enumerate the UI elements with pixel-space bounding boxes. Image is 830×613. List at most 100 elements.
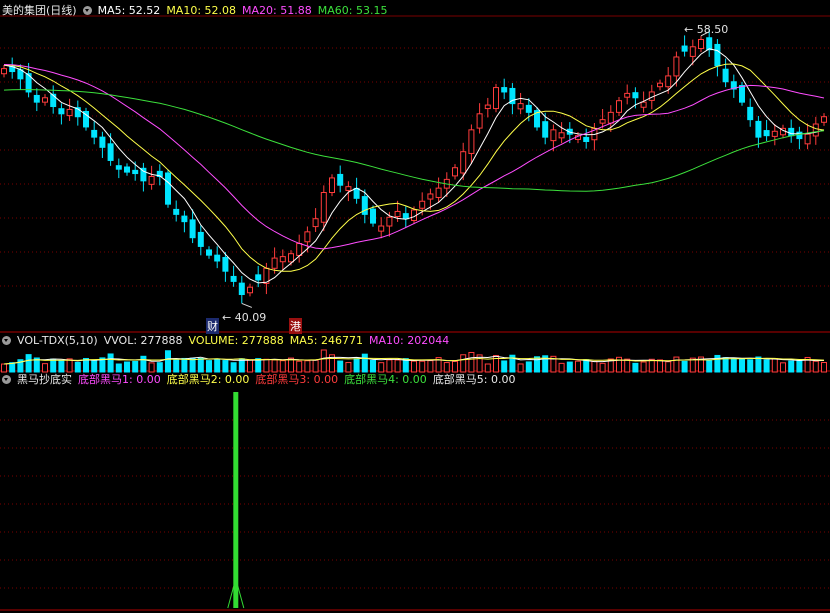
volume-bar bbox=[763, 359, 770, 373]
volume-bar bbox=[115, 363, 122, 373]
volume-bar bbox=[255, 358, 262, 373]
candle bbox=[304, 231, 311, 243]
candle bbox=[517, 103, 524, 110]
volume-bar bbox=[337, 360, 344, 373]
volume-bar bbox=[107, 353, 114, 373]
volume-bar bbox=[648, 358, 655, 373]
volume-bar bbox=[66, 358, 73, 373]
low-leader bbox=[241, 302, 252, 308]
volume-bar bbox=[640, 361, 647, 373]
volume-bar bbox=[747, 359, 754, 373]
candle bbox=[329, 177, 335, 194]
vol-ma10-legend: MA10: 202044 bbox=[369, 334, 450, 347]
candle bbox=[279, 256, 286, 263]
volume-bar bbox=[525, 361, 532, 373]
volume-bar bbox=[452, 360, 458, 373]
candle bbox=[189, 219, 196, 239]
ind-panel-header: 黑马抄底实 底部黑马1: 0.00 底部黑马2: 0.00 底部黑马3: 0.00 底部… bbox=[2, 372, 522, 388]
volume-bar bbox=[386, 359, 393, 373]
volume-legend: VOLUME: 277888 bbox=[188, 334, 284, 347]
volume-bar bbox=[173, 359, 180, 373]
candle bbox=[238, 282, 245, 296]
volume-bar bbox=[501, 360, 508, 373]
chevron-down-icon[interactable] bbox=[2, 375, 11, 384]
candle bbox=[1, 68, 7, 75]
ma60-line bbox=[3, 89, 825, 192]
volume-bar bbox=[632, 362, 639, 373]
volume-bar bbox=[443, 362, 450, 373]
volume-bar bbox=[566, 361, 573, 373]
volume-bar bbox=[140, 355, 147, 373]
low-arrow-icon: ← bbox=[222, 311, 232, 324]
candle bbox=[812, 123, 819, 137]
candle bbox=[698, 38, 704, 50]
vvol-legend: VVOL: 277888 bbox=[103, 334, 183, 347]
candle bbox=[33, 94, 40, 103]
volume-bar bbox=[730, 357, 737, 373]
candle bbox=[435, 187, 442, 198]
ind-legend-3: 底部黑马3: 0.00 bbox=[255, 373, 339, 386]
volume-bar bbox=[665, 361, 672, 373]
candle bbox=[542, 121, 549, 138]
candle bbox=[115, 165, 122, 170]
volume-bar bbox=[771, 358, 778, 373]
volume-bar bbox=[657, 359, 663, 373]
volume-bar bbox=[812, 360, 819, 373]
candle bbox=[378, 225, 385, 232]
candle bbox=[312, 218, 319, 228]
candle bbox=[394, 210, 401, 218]
volume-bar bbox=[361, 353, 368, 373]
volume-bar bbox=[1, 363, 7, 373]
vol-ma5-legend: MA5: 246771 bbox=[289, 334, 364, 347]
chevron-down-icon[interactable] bbox=[82, 6, 92, 15]
volume-bar bbox=[304, 360, 311, 373]
volume-bar bbox=[320, 349, 327, 373]
ma20-legend: MA20: 51.88 bbox=[242, 4, 312, 17]
candle bbox=[402, 213, 409, 220]
volume-bar bbox=[181, 357, 188, 373]
candle bbox=[673, 56, 680, 77]
candle bbox=[632, 92, 639, 99]
marker-gang[interactable]: 港 bbox=[289, 318, 302, 334]
candle bbox=[99, 136, 106, 148]
kline-chart-svg[interactable] bbox=[0, 0, 830, 613]
volume-bar bbox=[681, 360, 688, 373]
candle bbox=[763, 130, 770, 137]
candle bbox=[427, 193, 434, 200]
ind-legend-5: 底部黑马5: 0.00 bbox=[432, 373, 516, 386]
ma5-legend: MA5: 52.52 bbox=[97, 4, 161, 17]
candle bbox=[288, 253, 294, 263]
candle bbox=[525, 104, 532, 113]
candle bbox=[197, 231, 204, 247]
low-price-label: ← 40.09 bbox=[222, 311, 266, 324]
volume-bar bbox=[42, 363, 48, 373]
volume-bar bbox=[780, 362, 786, 373]
candle bbox=[796, 131, 803, 140]
volume-bar bbox=[558, 362, 565, 373]
marker-cai[interactable]: 财 bbox=[206, 318, 219, 334]
candle bbox=[681, 45, 688, 52]
candle bbox=[640, 101, 647, 108]
volume-bar bbox=[345, 362, 352, 373]
volume-bar bbox=[165, 350, 171, 373]
volume-bar bbox=[378, 362, 385, 373]
volume-bar bbox=[222, 360, 229, 373]
volume-bar bbox=[583, 359, 590, 373]
volume-bar bbox=[591, 360, 598, 373]
volume-bar bbox=[370, 359, 376, 373]
volume-bar bbox=[263, 358, 270, 373]
volume-bar bbox=[575, 360, 581, 373]
volume-bar bbox=[312, 359, 319, 373]
candle bbox=[747, 106, 754, 121]
volume-bar bbox=[353, 358, 360, 373]
candle bbox=[370, 208, 376, 224]
candle bbox=[722, 68, 729, 83]
volume-bar bbox=[517, 363, 524, 373]
candle bbox=[599, 119, 606, 124]
candle bbox=[755, 120, 762, 138]
candle bbox=[665, 75, 672, 88]
volume-bar bbox=[673, 356, 680, 373]
chevron-down-icon[interactable] bbox=[2, 336, 11, 345]
main-panel-header: 美的集团(日线) MA5: 52.52 MA10: 52.08 MA20: 51.88… bbox=[2, 3, 393, 19]
candle bbox=[558, 132, 565, 139]
